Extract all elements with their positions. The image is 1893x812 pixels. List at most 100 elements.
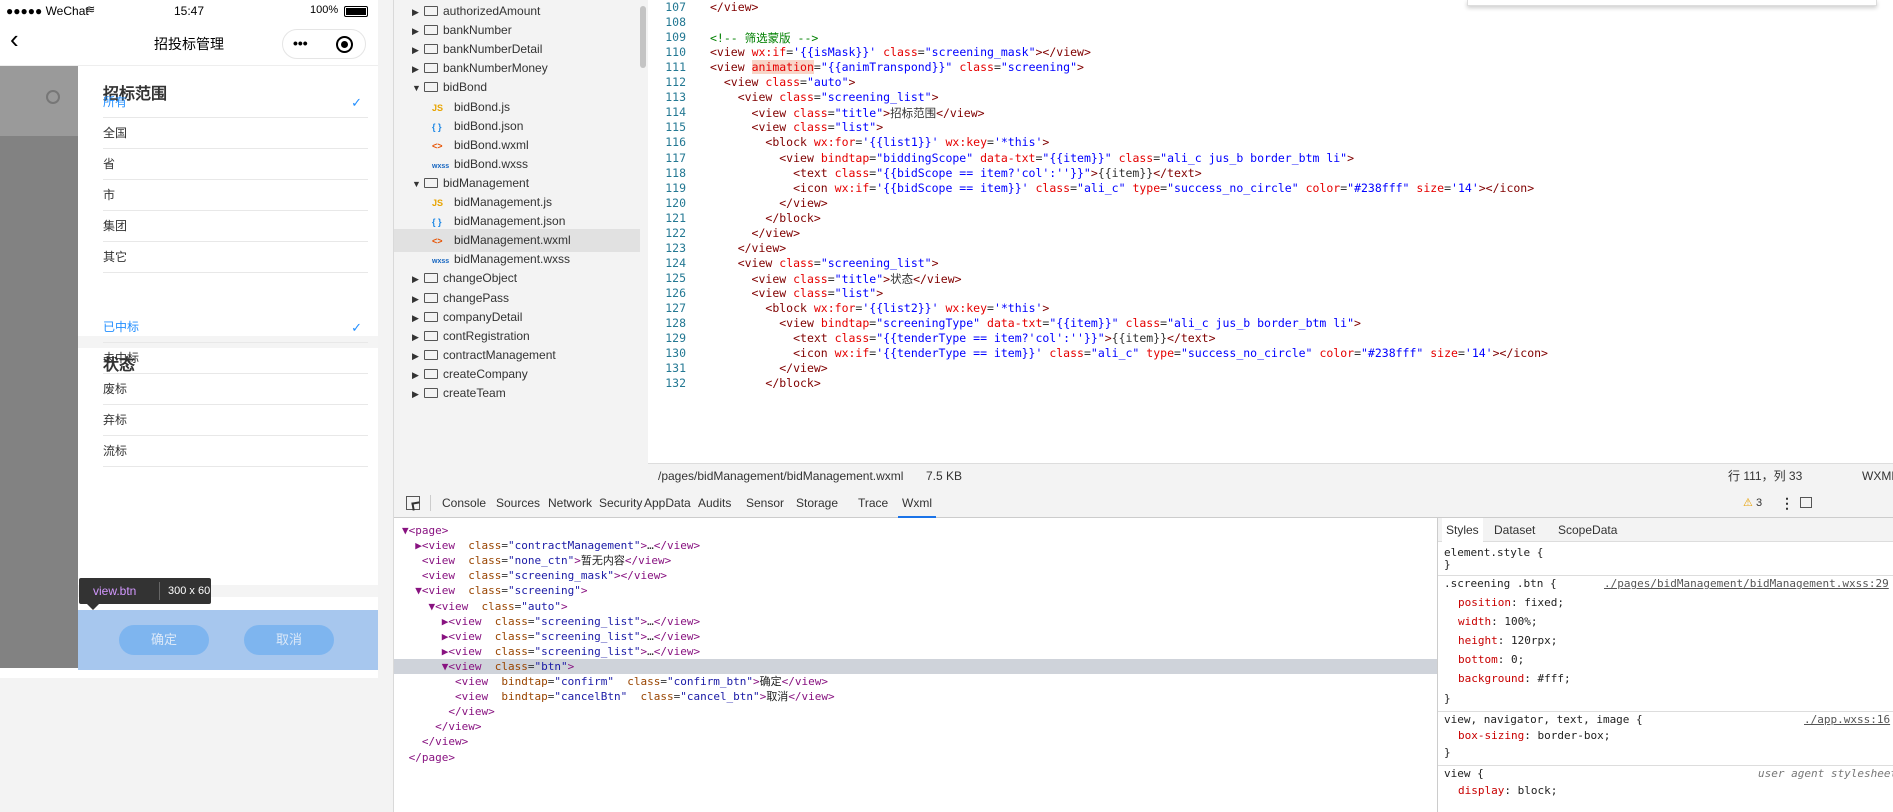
wxml-tree[interactable]: ▼<page> ▶<view class="contractManagement… [394,518,1437,812]
css-property[interactable]: position: fixed; [1458,594,1564,612]
code-line[interactable]: <view class="screening_list"> [710,256,939,270]
code-line[interactable]: <view class="screening_list"> [710,90,939,104]
list-item[interactable]: 其它 [103,242,368,273]
wxml-node[interactable]: ▶<view class="contractManagement">…</vie… [394,538,1437,553]
rule-selector[interactable]: view { [1444,765,1484,783]
wxml-node[interactable]: ▶<view class="screening_list">…</view> [394,614,1437,629]
list-item[interactable]: 弃标 [103,405,368,436]
code-line[interactable]: <view class="list"> [710,120,884,134]
code-line[interactable]: <block wx:for='{{list1}}' wx:key='*this'… [710,135,1049,149]
wxml-node[interactable]: <view class="screening_mask"></view> [394,568,1437,583]
list-item[interactable]: 未中标 [103,343,368,374]
wxml-node[interactable]: ▶<view class="screening_list">…</view> [394,644,1437,659]
code-line[interactable]: <view class="list"> [710,286,884,300]
code-line[interactable]: </view> [710,241,786,255]
element-style-selector[interactable]: element.style { [1444,544,1543,562]
tab-styles[interactable]: Styles [1442,518,1483,542]
wxml-node[interactable]: </page> [394,750,1437,765]
rule-source-link[interactable]: ./app.wxss:16 [1804,711,1890,729]
capsule-menu: ••• [282,29,366,59]
wxml-node[interactable]: </view> [394,719,1437,734]
code-line[interactable]: </view> [710,196,827,210]
screening-mask[interactable] [0,66,78,668]
list-item[interactable]: 集团 [103,211,368,242]
code-line[interactable]: <view class="title">招标范围</view> [710,105,985,121]
tab-scopedata[interactable]: ScopeData [1558,518,1617,542]
list-item[interactable]: 市 [103,180,368,211]
code-line[interactable]: </view> [710,361,827,375]
code-line[interactable]: <!-- 筛选蒙版 --> [710,30,818,46]
file-path: /pages/bidManagement/bidManagement.wxml [658,469,904,483]
code-line[interactable]: <view bindtap="screeningType" data-txt="… [710,316,1361,330]
css-property[interactable]: height: 120rpx; [1458,632,1557,650]
tab-appdata[interactable]: AppData [640,489,695,518]
list-item[interactable]: 流标 [103,436,368,467]
list-item[interactable]: 所有 ✓ [103,87,368,118]
language-mode[interactable]: WXML [1862,464,1893,488]
more-icon[interactable]: ••• [293,35,308,51]
code-line[interactable]: <icon wx:if='{{tenderType == item}}' cla… [710,346,1548,360]
wxml-node[interactable]: <view bindtap="confirm" class="confirm_b… [394,674,1437,689]
line-number: 108 [665,15,686,30]
wxml-node[interactable]: <view bindtap="cancelBtn" class="cancel_… [394,689,1437,704]
folder-icon [424,25,438,36]
code-line[interactable]: </view> [710,226,800,240]
code-line[interactable]: <icon wx:if='{{bidScope == item}}' class… [710,181,1534,195]
warning-count[interactable]: 3 [1756,497,1762,509]
tab-console[interactable]: Console [438,489,490,518]
code-line[interactable]: </view> [710,0,758,14]
code-line[interactable]: <view animation="{{animTranspond}}" clas… [710,60,1084,75]
code-line[interactable]: <view wx:if='{{isMask}}' class="screenin… [710,45,1091,59]
tab-storage[interactable]: Storage [792,489,842,518]
css-property[interactable]: box-sizing: border-box; [1458,727,1610,745]
css-property[interactable]: width: 100%; [1458,613,1538,631]
code-line[interactable]: <view class="auto"> [710,75,856,89]
code-line[interactable]: <block wx:for='{{list2}}' wx:key='*this'… [710,301,1049,315]
wxml-node[interactable]: ▼<view class="btn"> [394,658,1437,674]
cancel-button[interactable]: 取消 [244,625,334,655]
code-line[interactable]: <view class="title">状态</view> [710,271,962,287]
tab-audits[interactable]: Audits [694,489,735,518]
confirm-button[interactable]: 确定 [119,625,209,655]
list-item[interactable]: 已中标 ✓ [103,312,368,343]
code-editor[interactable]: 107 </view> 108 109 <!-- 筛选蒙版 --> 110 <view wx… [648,0,1893,463]
wxml-node[interactable]: ▼<page> [394,523,1437,538]
tab-network[interactable]: Network [544,489,596,518]
dock-icon[interactable] [1800,497,1812,508]
tree-folder[interactable]: ▶ createTeam [394,382,640,405]
code-line[interactable]: </block> [710,376,820,390]
wxml-node[interactable]: </view> [394,734,1437,749]
rule-source-link[interactable]: ./pages/bidManagement/bidManagement.wxss… [1604,575,1889,593]
css-property[interactable]: background: #fff; [1458,670,1571,688]
code-line[interactable]: </block> [710,211,820,225]
list-item[interactable]: 废标 [103,374,368,405]
wxml-node[interactable]: ▼<view class="screening"> [394,583,1437,598]
close-mini-program-icon[interactable] [336,36,353,53]
warning-icon[interactable]: ⚠ [1743,496,1753,509]
tab-wxml[interactable]: Wxml [898,489,936,518]
wxml-node[interactable]: <view class="none_ctn">暂无内容</view> [394,553,1437,568]
list-item[interactable]: 省 [103,149,368,180]
code-line[interactable]: <text class="{{tenderType == item?'col':… [710,331,1215,345]
list-item[interactable]: 全国 [103,118,368,149]
wxml-node[interactable]: ▶<view class="screening_list">…</view> [394,629,1437,644]
wxml-node[interactable]: ▼<view class="auto"> [394,599,1437,614]
code-line[interactable]: <text class="{{bidScope == item?'col':''… [710,166,1202,180]
tab-dataset[interactable]: Dataset [1494,518,1535,542]
cursor-position[interactable]: 行 111，列 33 [1728,464,1802,488]
folder-icon [424,311,438,322]
inspect-element-icon[interactable] [406,496,421,511]
css-property[interactable]: bottom: 0; [1458,651,1524,669]
tab-security[interactable]: Security [595,489,646,518]
file-tree-scrollbar[interactable] [640,6,646,68]
tab-sensor[interactable]: Sensor [742,489,788,518]
css-property[interactable]: display: block; [1458,782,1557,800]
button-bar: 确定 取消 [78,610,378,670]
tab-trace[interactable]: Trace [854,489,892,518]
line-number: 121 [665,210,686,225]
rule-selector[interactable]: .screening .btn { [1444,575,1557,593]
wxml-node[interactable]: </view> [394,704,1437,719]
devtools-menu-icon[interactable]: ⋮ [1780,495,1794,512]
code-line[interactable]: <view bindtap="biddingScope" data-txt="{… [710,151,1354,165]
tab-sources[interactable]: Sources [492,489,544,518]
